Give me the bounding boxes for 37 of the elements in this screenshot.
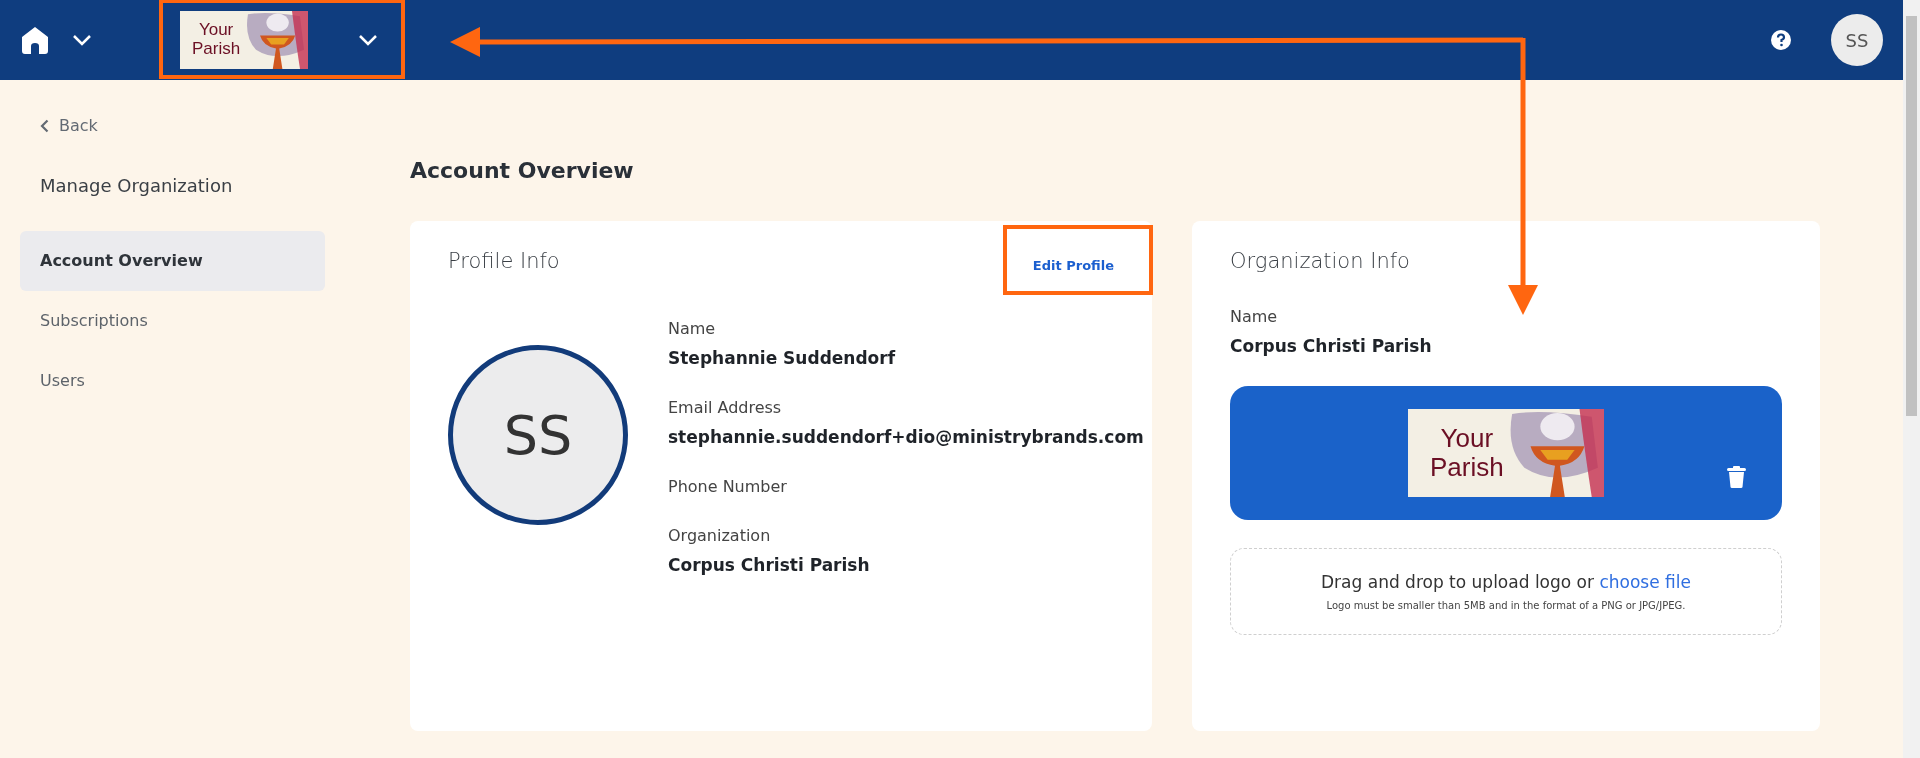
page-title: Account Overview xyxy=(410,158,635,183)
sidebar-title: Manage Organization xyxy=(40,175,234,196)
organization-switcher[interactable]: Your Parish xyxy=(180,11,378,69)
field-label: Organization xyxy=(668,526,772,545)
delete-button[interactable] xyxy=(1727,466,1746,488)
upload-dropzone[interactable]: Drag and drop to upload logo or choose file Logo must be smaller than 5MB and in the format of a PNG or JPG/JPEG. xyxy=(1230,548,1782,635)
field-value: Stephannie Suddendorf xyxy=(668,348,897,368)
card-title: Organization Info xyxy=(1230,249,1410,273)
field-label: Phone Number xyxy=(668,477,788,496)
upload-instruction: Drag and drop to upload logo or choose file xyxy=(1321,572,1691,592)
scrollbar[interactable] xyxy=(1903,0,1920,758)
home-icon xyxy=(20,25,50,55)
chevron-left-icon xyxy=(40,118,49,133)
back-link[interactable]: Back xyxy=(40,116,410,135)
field-value: stephannie.suddendorf+dio@ministrybrands.com xyxy=(668,427,1144,447)
parish-logo: Your Parish xyxy=(1408,409,1604,497)
help-icon xyxy=(1771,30,1791,50)
field-label: Name xyxy=(668,319,717,338)
edit-profile-link[interactable]: Edit Profile xyxy=(1032,252,1114,279)
help-button[interactable] xyxy=(1771,30,1791,50)
field-value: Corpus Christi Parish xyxy=(668,555,871,575)
sidebar-item[interactable]: Subscriptions xyxy=(20,291,325,351)
upload-hint: Logo must be smaller than 5MB and in the format of a PNG or JPG/JPEG. xyxy=(1326,600,1686,611)
parish-logo: Your Parish xyxy=(180,11,308,69)
sidebar-item[interactable]: Account Overview xyxy=(20,231,325,291)
field-label: Name xyxy=(1230,307,1279,326)
user-avatar[interactable]: SS xyxy=(1831,14,1883,66)
chevron-down-icon xyxy=(72,34,92,46)
sidebar-item[interactable]: Users xyxy=(20,351,325,411)
field-value: Corpus Christi Parish xyxy=(1230,336,1433,356)
choose-file-link[interactable]: choose file xyxy=(1599,572,1691,592)
chevron-down-icon xyxy=(358,34,378,46)
card-title: Profile Info xyxy=(448,249,560,273)
home-button[interactable] xyxy=(20,25,92,55)
trash-icon xyxy=(1727,466,1746,488)
field-label: Email Address xyxy=(668,398,783,417)
profile-avatar: SS xyxy=(448,345,628,525)
